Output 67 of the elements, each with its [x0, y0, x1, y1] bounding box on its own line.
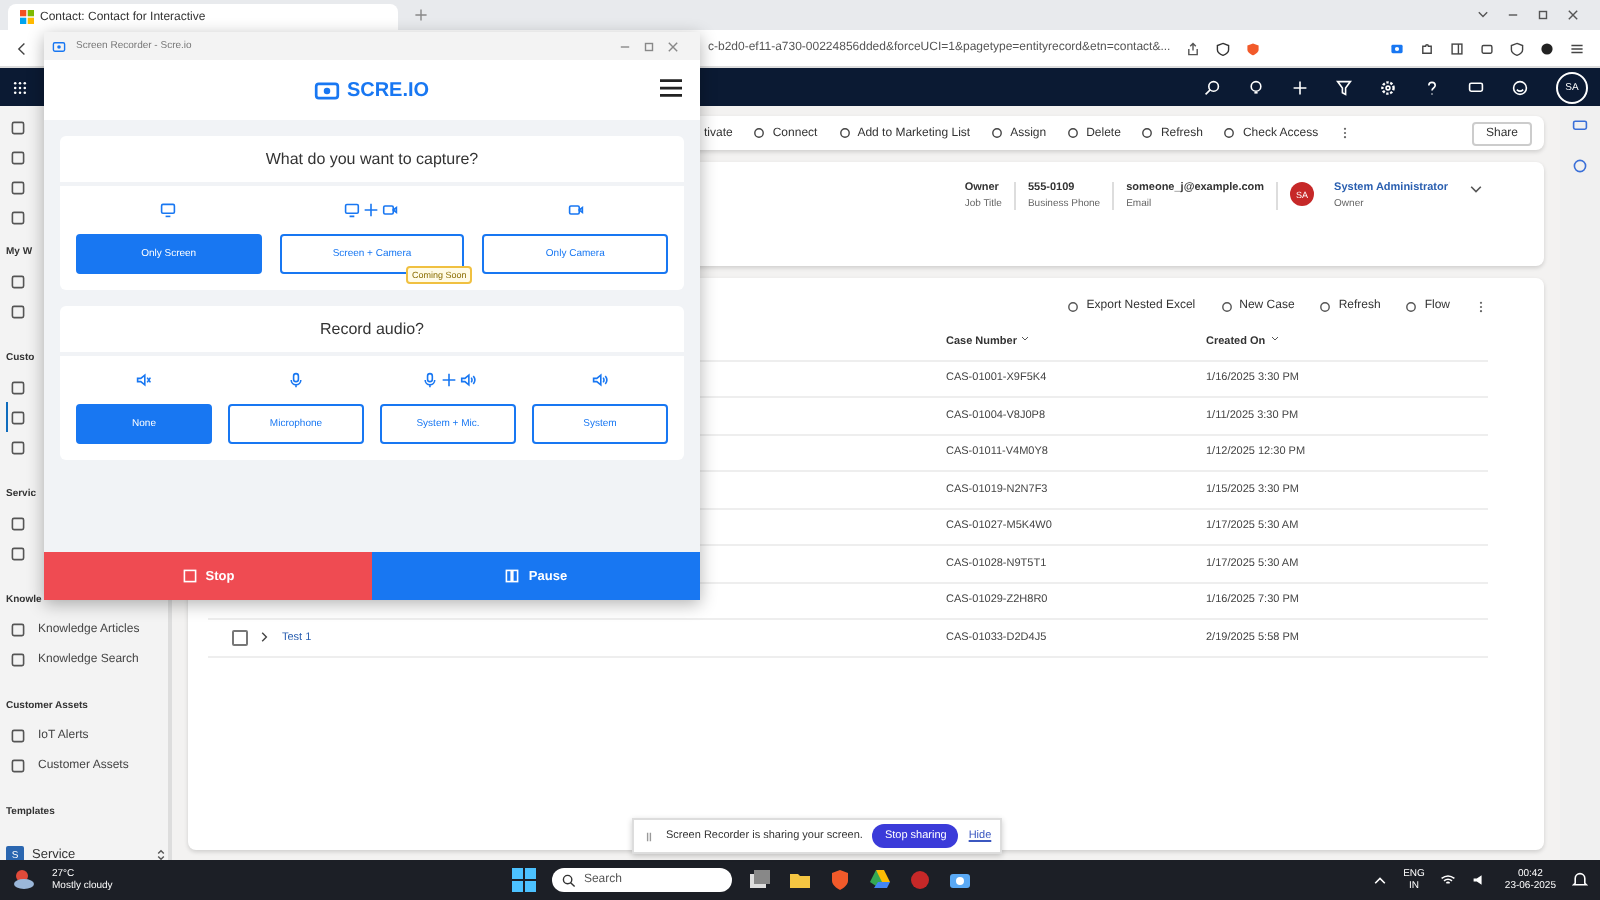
search-icon	[561, 873, 576, 887]
chevron-down-icon[interactable]	[1476, 8, 1490, 22]
filter-icon[interactable]	[1336, 79, 1352, 95]
recorder-app-icon	[52, 39, 66, 53]
monitor-camera-icon	[344, 202, 399, 218]
expand-chevron-icon[interactable]	[258, 630, 272, 645]
profile-icon[interactable]	[1540, 41, 1554, 55]
maximize-icon[interactable]	[642, 39, 656, 53]
monitor-icon	[160, 202, 177, 218]
smiley-icon[interactable]	[1512, 79, 1528, 95]
logo-text: SCRE.IO	[346, 79, 430, 101]
toolbar-icon	[1404, 299, 1419, 313]
chevron-up-icon[interactable]	[1371, 872, 1388, 888]
toolbar-icon	[1219, 299, 1234, 313]
windows-logo-icon[interactable]	[511, 868, 536, 892]
microphone-speaker-icon	[421, 372, 475, 388]
close-icon[interactable]	[1566, 8, 1580, 22]
app-icon[interactable]	[907, 868, 932, 892]
plus-icon[interactable]	[1292, 79, 1308, 95]
settings-icon[interactable]	[1380, 79, 1396, 95]
up-down-chevron-icon	[153, 848, 168, 862]
section-question: What do you want to capture?	[60, 136, 684, 186]
section-question: Record audio?	[60, 306, 684, 356]
command-icon	[1066, 126, 1081, 140]
search-icon[interactable]	[1204, 79, 1220, 95]
command-icon	[990, 126, 1005, 140]
recorder-app-icon[interactable]	[947, 868, 972, 892]
browser-icon[interactable]	[827, 868, 852, 892]
camera-icon	[567, 202, 584, 218]
close-icon[interactable]	[666, 39, 680, 53]
folder-icon[interactable]	[787, 868, 812, 892]
extension-badge-icon[interactable]	[1246, 41, 1261, 55]
app-logo-icon	[20, 10, 34, 24]
app-launcher-icon[interactable]	[12, 79, 28, 95]
share-icon[interactable]	[1186, 41, 1201, 55]
menu-icon[interactable]	[660, 78, 682, 98]
notification-icon[interactable]	[1572, 872, 1588, 888]
command-icon	[752, 126, 767, 140]
back-icon[interactable]	[16, 41, 30, 55]
drive-icon[interactable]	[867, 868, 892, 892]
lightbulb-icon[interactable]	[1248, 79, 1264, 95]
minimize-icon[interactable]	[1506, 8, 1520, 22]
toolbar-icon	[1318, 299, 1333, 313]
logo-icon	[314, 81, 341, 99]
command-icon	[1140, 126, 1155, 140]
task-view-icon[interactable]	[747, 868, 772, 892]
more-icon[interactable]	[1474, 299, 1488, 313]
weather-icon[interactable]	[12, 868, 36, 892]
chevron-down-icon[interactable]	[1468, 182, 1484, 198]
sidebar-icon[interactable]	[1450, 41, 1464, 55]
help-icon[interactable]	[1424, 79, 1440, 95]
pause-icon	[504, 568, 521, 584]
microphone-icon	[288, 372, 304, 388]
wifi-icon[interactable]	[1440, 872, 1457, 888]
menu-icon[interactable]	[1570, 41, 1584, 55]
stop-icon	[181, 568, 198, 584]
speaker-muted-icon	[136, 372, 152, 388]
speaker-icon	[592, 372, 608, 388]
shield-icon[interactable]	[1216, 41, 1231, 55]
drag-handle-icon[interactable]	[642, 829, 656, 843]
command-icon	[1222, 126, 1237, 140]
restore-icon[interactable]	[1536, 8, 1550, 22]
toolbar-icon	[1066, 299, 1081, 313]
shield-icon[interactable]	[1510, 41, 1524, 55]
command-icon	[837, 126, 852, 140]
row-checkbox[interactable]	[232, 629, 248, 646]
recorder-extension-icon[interactable]	[1390, 41, 1404, 55]
